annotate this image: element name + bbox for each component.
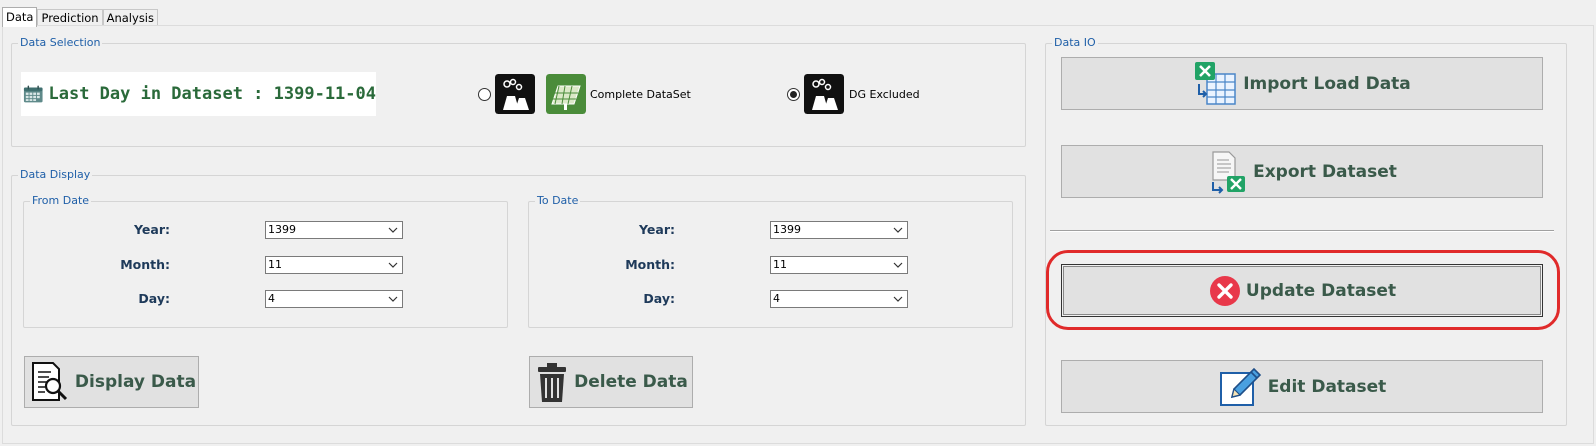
data-display-title: Data Display bbox=[18, 168, 93, 181]
from-year-value: 1399 bbox=[268, 223, 296, 236]
dg-plant-icon bbox=[495, 74, 535, 114]
radio-selected-dot bbox=[790, 91, 797, 98]
to-date-title: To Date bbox=[535, 194, 581, 207]
to-year-value: 1399 bbox=[773, 223, 801, 236]
from-date-title: From Date bbox=[30, 194, 92, 207]
option-dg-excluded-label: DG Excluded bbox=[849, 88, 920, 101]
chevron-down-icon bbox=[893, 227, 903, 233]
radio-complete-dataset[interactable] bbox=[478, 88, 491, 101]
excel-import-icon bbox=[1195, 61, 1236, 105]
export-dataset-label: Export Dataset bbox=[1253, 161, 1397, 182]
tab-data[interactable]: Data bbox=[2, 7, 38, 27]
trash-icon bbox=[538, 363, 567, 402]
chevron-down-icon bbox=[893, 262, 903, 268]
to-day-value: 4 bbox=[773, 292, 780, 305]
from-year-select[interactable]: 1399 bbox=[265, 221, 403, 239]
chevron-down-icon bbox=[388, 296, 398, 302]
dg-plant-icon bbox=[804, 74, 844, 114]
from-month-select[interactable]: 11 bbox=[265, 256, 403, 274]
from-year-label: Year: bbox=[134, 222, 170, 237]
to-month-value: 11 bbox=[773, 258, 787, 271]
to-month-select[interactable]: 11 bbox=[770, 256, 908, 274]
display-data-button[interactable]: Display Data bbox=[24, 356, 199, 408]
delete-data-button[interactable]: Delete Data bbox=[529, 356, 693, 408]
tab-strip: Data Prediction Analysis bbox=[2, 7, 158, 27]
display-data-label: Display Data bbox=[74, 372, 197, 392]
chevron-down-icon bbox=[893, 296, 903, 302]
last-day-panel: Last Day in Dataset : 1399-11-04 bbox=[21, 72, 376, 116]
error-x-icon bbox=[1209, 275, 1240, 306]
update-dataset-label: Update Dataset bbox=[1245, 280, 1397, 301]
export-dataset-button[interactable]: Export Dataset bbox=[1061, 145, 1543, 198]
to-day-label: Day: bbox=[643, 291, 675, 306]
import-load-data-label: Import Load Data bbox=[1243, 73, 1411, 94]
edit-pencil-icon bbox=[1219, 367, 1261, 406]
excel-export-icon bbox=[1212, 150, 1246, 194]
to-year-label: Year: bbox=[639, 222, 675, 237]
data-selection-title: Data Selection bbox=[18, 36, 103, 49]
from-month-value: 11 bbox=[268, 258, 282, 271]
solar-panel-icon bbox=[546, 74, 586, 114]
document-search-icon bbox=[31, 362, 67, 401]
chevron-down-icon bbox=[388, 227, 398, 233]
data-io-title: Data IO bbox=[1052, 36, 1098, 49]
from-month-label: Month: bbox=[120, 257, 170, 272]
calendar-icon bbox=[23, 85, 43, 103]
option-complete-dataset-label: Complete DataSet bbox=[590, 88, 691, 101]
last-day-label: Last Day in Dataset : 1399-11-04 bbox=[48, 84, 376, 104]
import-load-data-button[interactable]: Import Load Data bbox=[1061, 57, 1543, 110]
chevron-down-icon bbox=[388, 262, 398, 268]
update-dataset-button[interactable]: Update Dataset bbox=[1061, 264, 1543, 317]
delete-data-label: Delete Data bbox=[574, 372, 688, 392]
radio-dg-excluded[interactable] bbox=[787, 88, 800, 101]
from-day-value: 4 bbox=[268, 292, 275, 305]
from-day-label: Day: bbox=[138, 291, 170, 306]
to-year-select[interactable]: 1399 bbox=[770, 221, 908, 239]
edit-dataset-button[interactable]: Edit Dataset bbox=[1061, 360, 1543, 413]
to-month-label: Month: bbox=[625, 257, 675, 272]
edit-dataset-label: Edit Dataset bbox=[1267, 376, 1387, 397]
to-day-select[interactable]: 4 bbox=[770, 290, 908, 308]
from-day-select[interactable]: 4 bbox=[265, 290, 403, 308]
separator bbox=[1050, 230, 1554, 232]
